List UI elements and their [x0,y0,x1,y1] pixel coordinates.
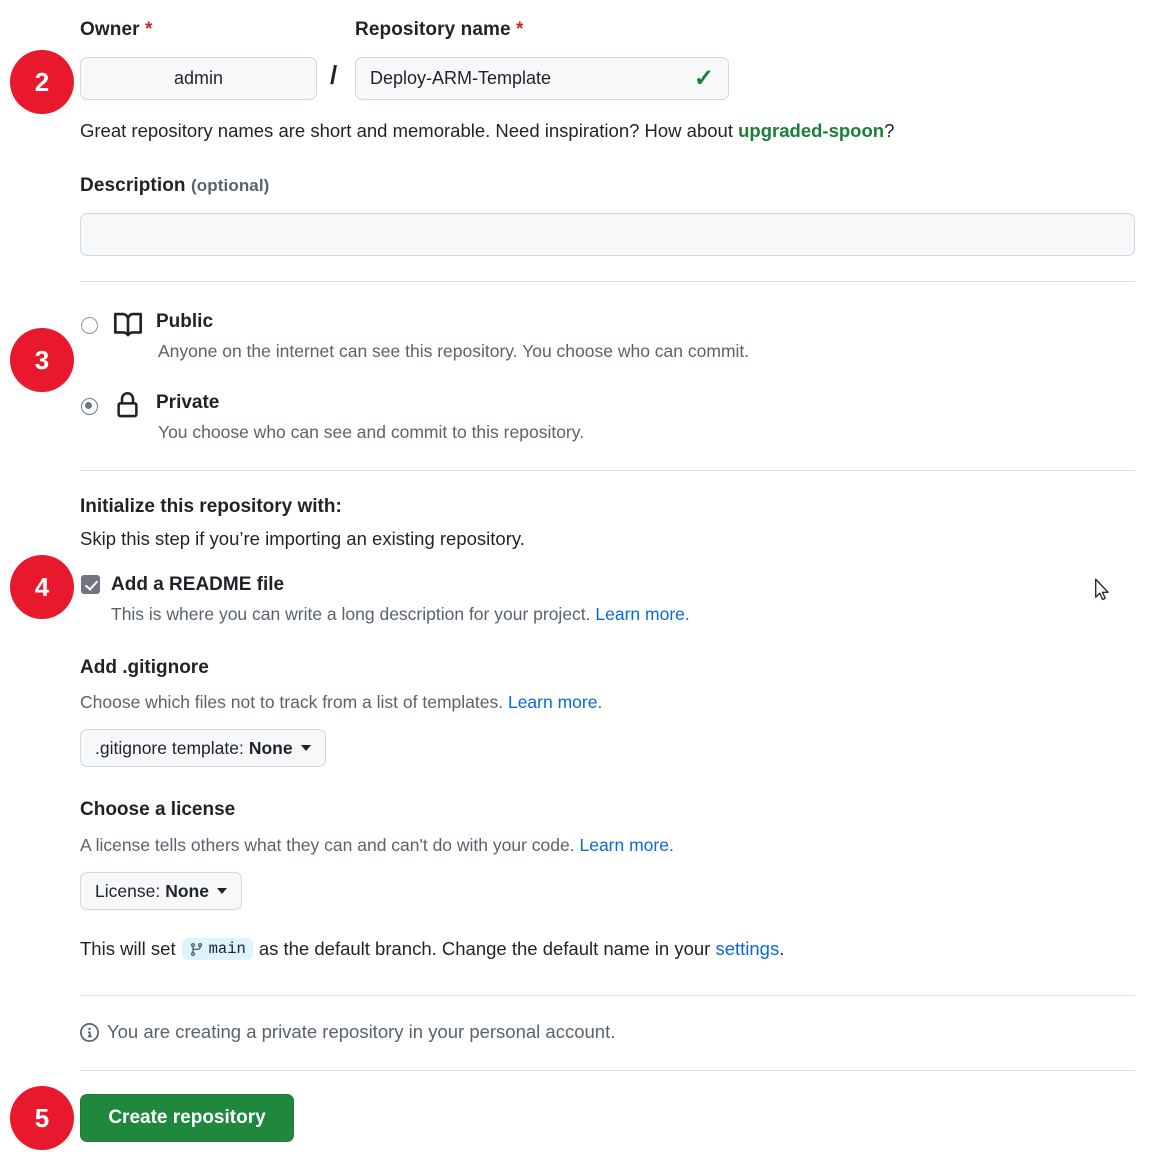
license-description-text: A license tells others what they can and… [80,835,575,855]
description-label-text: Description [80,175,186,196]
gitignore-learn-more-link[interactable]: Learn more. [508,692,602,712]
visibility-radio-public[interactable] [81,317,98,334]
suggested-name-link[interactable]: upgraded-spoon [738,120,884,141]
check-icon: ✓ [693,64,714,92]
chevron-down-icon [300,745,311,751]
chevron-down-icon [216,888,227,894]
visibility-public-description: Anyone on the internet can see this repo… [158,341,750,361]
description-optional-text: (optional) [191,176,270,195]
license-heading: Choose a license [80,799,236,820]
owner-label: Owner * [80,19,153,41]
repository-name-input[interactable]: Deploy-ARM-Template ✓ [355,57,729,100]
visibility-public-title: Public [156,311,214,332]
gitignore-description: Choose which files not to track from a l… [80,692,602,713]
description-input[interactable] [80,213,1135,256]
gitignore-dropdown-prefix: .gitignore template: [95,737,244,758]
visibility-private-description: You choose who can see and commit to thi… [158,422,585,442]
annotation-badge-5: 5 [10,1086,74,1150]
hint-text-before: Great repository names are short and mem… [80,120,739,141]
add-readme-description: This is where you can write a long descr… [111,604,690,625]
repository-name-label-text: Repository name [355,19,511,40]
default-branch-name: main [208,940,246,958]
book-icon [114,311,143,344]
repository-name-hint: Great repository names are short and mem… [80,120,894,142]
license-learn-more-link[interactable]: Learn more. [579,835,673,855]
add-readme-description-text: This is where you can write a long descr… [111,604,591,624]
default-branch-text-before: This will set [80,938,176,959]
create-repository-form: Owner * Repository name * admin / Deploy… [0,0,1152,1173]
divider-before-create-button [80,1070,1135,1071]
git-branch-icon [189,942,204,957]
gitignore-dropdown-value: None [248,737,293,758]
repository-name-label: Repository name * [355,19,524,41]
readme-learn-more-link[interactable]: Learn more. [595,604,689,624]
owner-value: admin [173,68,224,88]
default-branch-note: This will set main as the default branch… [80,938,784,960]
default-branch-badge: main [181,938,253,960]
lock-icon [114,392,141,424]
license-description: A license tells others what they can and… [80,835,674,856]
repository-name-value: Deploy-ARM-Template [370,68,552,88]
account-note: You are creating a private repository in… [80,1021,615,1043]
owner-required-asterisk: * [145,19,153,40]
add-readme-label: Add a README file [111,574,285,595]
owner-label-text: Owner [80,19,140,40]
add-readme-checkbox[interactable] [81,575,100,594]
owner-select[interactable]: admin [80,57,317,100]
initialize-subheading: Skip this step if you’re importing an ex… [80,528,525,549]
default-branch-text-after: . [779,938,785,959]
license-dropdown[interactable]: License: None [80,872,242,910]
create-repository-button[interactable]: Create repository [80,1094,294,1142]
divider-after-visibility [80,470,1135,471]
license-dropdown-prefix: License: [95,880,161,901]
owner-repo-separator: / [330,60,338,90]
visibility-private-title: Private [156,392,220,413]
divider-after-description [80,281,1135,282]
divider-before-account-note [80,995,1135,996]
gitignore-heading: Add .gitignore [80,657,209,678]
visibility-radio-private[interactable] [81,398,98,415]
annotation-badge-2: 2 [10,50,74,114]
initialize-heading: Initialize this repository with: [80,496,342,517]
mouse-cursor [1094,578,1110,607]
info-icon [80,1022,99,1042]
settings-link[interactable]: settings [715,938,779,960]
gitignore-template-dropdown[interactable]: .gitignore template: None [80,729,326,767]
license-dropdown-value: None [165,880,209,901]
annotation-badge-3: 3 [10,328,74,392]
default-branch-text-middle: as the default branch. Change the defaul… [258,938,711,959]
gitignore-description-text: Choose which files not to track from a l… [80,692,504,712]
hint-text-after: ? [884,120,895,141]
repository-name-required-asterisk: * [516,19,524,40]
account-note-text: You are creating a private repository in… [107,1021,616,1042]
annotation-badge-4: 4 [10,555,74,619]
description-label: Description (optional) [80,175,269,197]
